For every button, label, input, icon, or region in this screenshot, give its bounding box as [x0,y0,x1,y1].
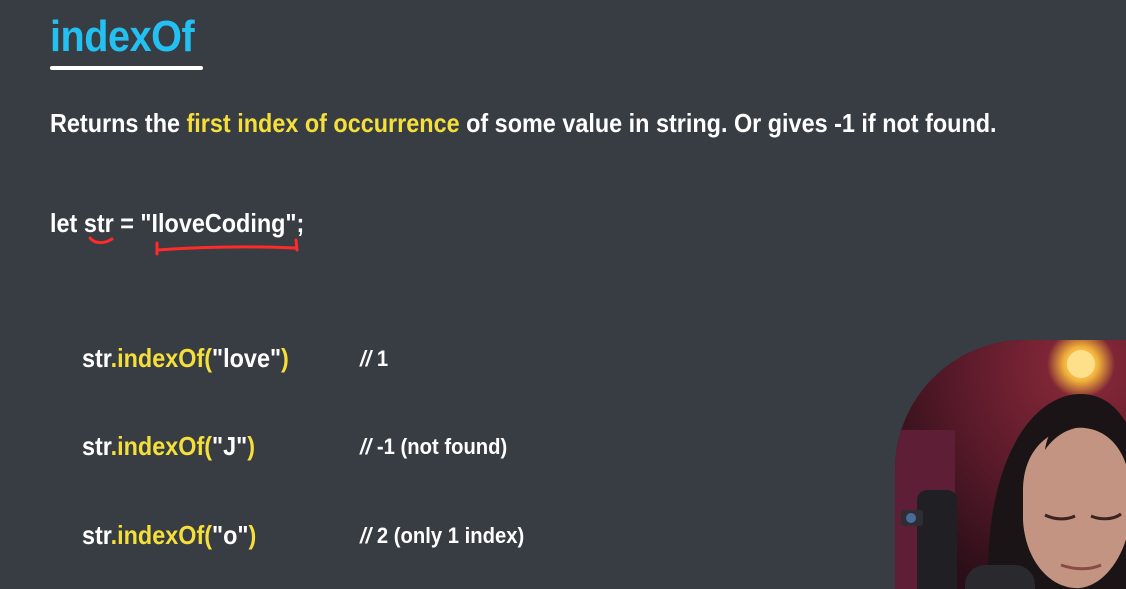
description-highlight: first index of occurrence [186,108,460,138]
example-method: .indexOf( [110,431,213,461]
value-underline-mark [155,245,298,252]
example-object: str [82,343,111,373]
declaration-value: "IloveCoding" [140,208,297,238]
string-declaration: let str = "IloveCoding"; [50,208,304,239]
description-text-end: of some value in string. Or gives -1 if … [459,108,997,138]
example-result-2: // -1 (not found) [360,434,507,460]
example-argument: "J" [212,431,248,461]
declaration-keyword: let [50,208,78,238]
example-object: str [82,431,111,461]
description-text-start: Returns the [50,108,187,138]
example-result-3: // 2 (only 1 index) [360,523,524,549]
presenter-webcam [895,340,1126,589]
microphone [917,490,957,589]
presenter-face [1023,427,1126,589]
declaration-equals: = [120,208,134,238]
example-argument: "love" [212,343,282,373]
presenter-video-frame [895,340,1126,589]
example-close-paren: ) [281,343,289,373]
example-code-1: str.indexOf("love") [82,343,289,374]
example-method: .indexOf( [110,520,213,550]
comment-text: -1 (not found) [376,434,508,459]
example-method: .indexOf( [110,343,213,373]
comment-slashes: // [360,346,372,371]
value-underline-right-tick [294,238,299,252]
declaration-variable: str [83,208,114,238]
slide-title: indexOf [50,12,195,61]
comment-slashes: // [360,523,372,548]
example-close-paren: ) [247,431,256,461]
lamp-bulb [1067,350,1095,378]
example-argument: "o" [212,520,249,550]
comment-text: 2 (only 1 index) [376,523,525,548]
example-code-3: str.indexOf("o") [82,520,256,551]
example-code-2: str.indexOf("J") [82,431,255,462]
example-close-paren: ) [248,520,257,550]
declaration-terminator: ; [296,208,305,238]
slide-description: Returns the first index of occurrence of… [50,108,997,139]
title-underline [50,66,203,70]
example-object: str [82,520,111,550]
slide: indexOf Returns the first index of occur… [0,0,1126,589]
example-result-1: // 1 [360,346,388,372]
comment-text: 1 [376,346,389,371]
microphone-knob-cap [906,513,916,523]
microphone-foam [965,565,1035,589]
comment-slashes: // [360,434,372,459]
